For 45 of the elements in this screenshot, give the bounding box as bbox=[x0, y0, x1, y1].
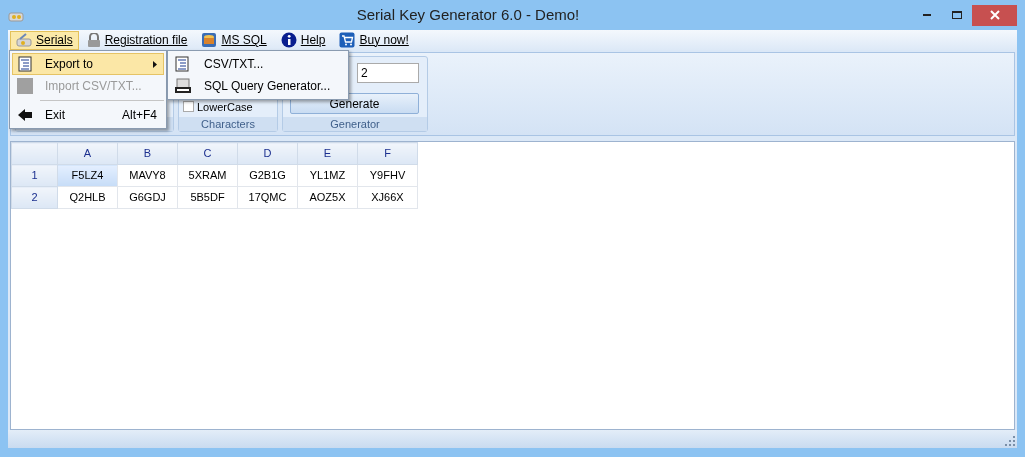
table-cell[interactable]: 17QMC bbox=[237, 186, 298, 209]
table-cell[interactable]: G6GDJ bbox=[117, 186, 178, 209]
close-button[interactable] bbox=[972, 4, 1017, 26]
menu-item[interactable]: Serials bbox=[10, 30, 79, 50]
menu-item[interactable]: Exit Alt+F4 bbox=[12, 104, 164, 126]
column-header[interactable]: C bbox=[177, 142, 238, 165]
column-header[interactable]: D bbox=[237, 142, 298, 165]
checkbox[interactable] bbox=[183, 101, 194, 113]
menu-item[interactable]: CSV/TXT... bbox=[170, 53, 346, 75]
resize-grip-icon[interactable] bbox=[1005, 436, 1015, 446]
table-cell[interactable]: Y9FHV bbox=[357, 164, 418, 187]
group-label: Characters bbox=[201, 118, 255, 130]
document-icon bbox=[174, 56, 190, 72]
corner-header bbox=[11, 142, 58, 165]
close-icon bbox=[989, 10, 1000, 20]
arrow-left-icon bbox=[17, 108, 33, 122]
table-cell[interactable]: G2B1G bbox=[237, 164, 298, 187]
table-cell[interactable]: 5B5DF bbox=[177, 186, 238, 209]
menu-item[interactable]: Registration file bbox=[80, 30, 194, 50]
table-cell[interactable]: MAVY8 bbox=[117, 164, 178, 187]
menu-item[interactable]: Buy now! bbox=[333, 30, 415, 50]
table-cell[interactable]: AOZ5X bbox=[297, 186, 358, 209]
table-cell[interactable]: XJ66X bbox=[357, 186, 418, 209]
placeholder-icon bbox=[17, 78, 33, 94]
column-header[interactable]: B bbox=[117, 142, 178, 165]
column-header[interactable]: F bbox=[357, 142, 418, 165]
menu-item[interactable]: Help bbox=[274, 30, 332, 50]
menu-item[interactable]: Export to bbox=[12, 53, 164, 75]
count-field[interactable]: 2 bbox=[357, 63, 419, 83]
table-cell[interactable]: YL1MZ bbox=[297, 164, 358, 187]
padlock-icon bbox=[86, 32, 101, 48]
table-cell[interactable]: Q2HLB bbox=[57, 186, 118, 209]
row-header[interactable]: 1 bbox=[11, 164, 58, 187]
checkbox-label: LowerCase bbox=[197, 99, 253, 115]
menu-item[interactable]: MS SQL bbox=[195, 30, 273, 50]
column-header[interactable]: A bbox=[57, 142, 118, 165]
document-icon bbox=[17, 56, 33, 72]
group-label: Generator bbox=[330, 118, 380, 130]
database-icon bbox=[201, 32, 218, 48]
cart-icon bbox=[339, 32, 356, 48]
info-icon bbox=[280, 32, 297, 48]
column-header[interactable]: E bbox=[297, 142, 358, 165]
row-header[interactable]: 2 bbox=[11, 186, 58, 209]
window-title: Serial Key Generator 6.0 - Demo! bbox=[356, 5, 580, 23]
table-cell[interactable]: 5XRAM bbox=[177, 164, 238, 187]
